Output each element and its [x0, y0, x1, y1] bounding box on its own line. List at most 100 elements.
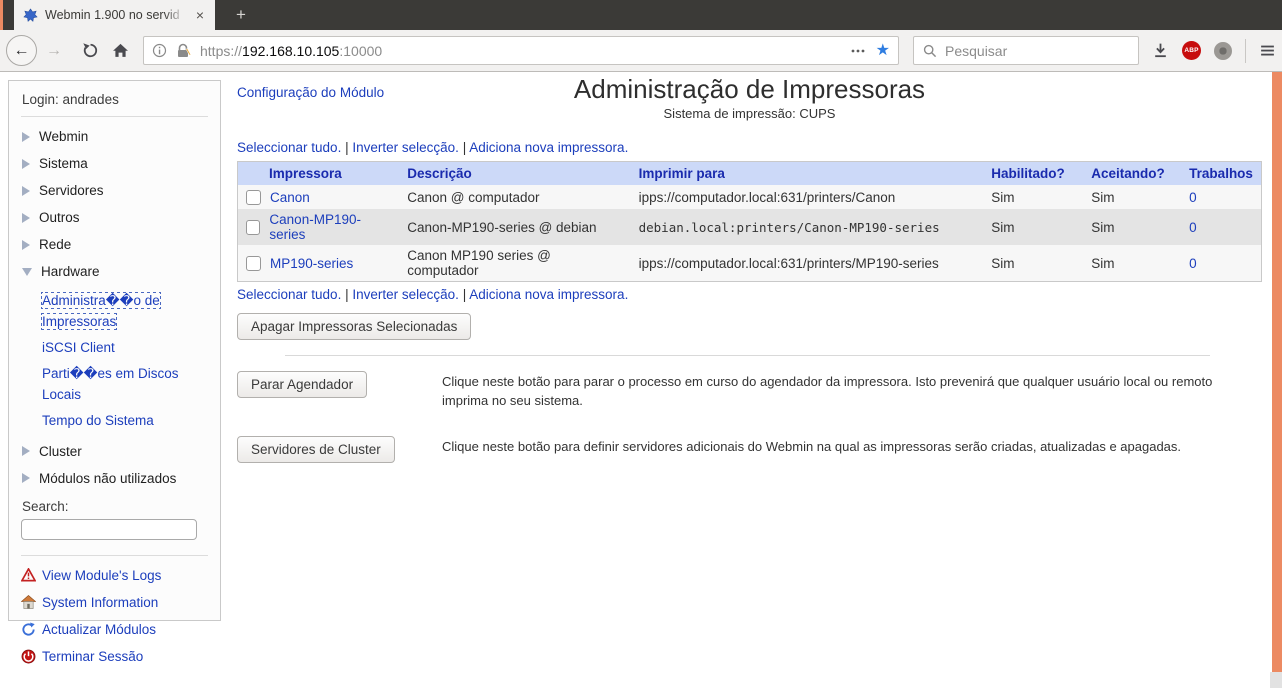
sidebar-item-servidores[interactable]: Servidores — [22, 183, 208, 198]
sidebar-link-printer-admin[interactable]: Administra��o de Impressoras — [41, 291, 208, 333]
printer-description: Canon-MP190-series @ debian — [399, 209, 631, 246]
col-descricao: Descrição — [399, 161, 631, 186]
sidebar-link-system-time[interactable]: Tempo do Sistema — [42, 411, 208, 432]
chevron-down-icon — [22, 267, 32, 276]
sidebar-item-cluster[interactable]: Cluster — [22, 444, 208, 459]
select-all-link[interactable]: Seleccionar tudo. — [237, 287, 341, 302]
printer-accepting: Sim — [1083, 209, 1182, 246]
printer-enabled: Sim — [983, 209, 1084, 246]
col-imprimir-para: Imprimir para — [630, 161, 984, 186]
new-tab-button[interactable]: + — [228, 2, 254, 28]
jobs-link[interactable]: 0 — [1189, 220, 1197, 235]
table-header-row: Impressora Descrição Imprimir para Habil… — [237, 161, 1262, 186]
sidebar-item-webmin[interactable]: Webmin — [22, 129, 208, 144]
browser-tab[interactable]: Webmin 1.900 no servid × — [14, 0, 215, 30]
sidebar-link-iscsi-client[interactable]: iSCSI Client — [42, 338, 208, 359]
home-icon — [21, 595, 36, 609]
sidebar-search-input[interactable] — [21, 518, 197, 540]
cluster-servers-button[interactable]: Servidores de Cluster — [237, 435, 395, 463]
menu-button[interactable] — [1259, 42, 1276, 59]
logout-link[interactable]: Terminar Sessão — [21, 649, 208, 664]
toolbar-separator — [1245, 38, 1246, 63]
sidebar-divider — [21, 116, 208, 117]
chevron-right-icon — [22, 212, 30, 223]
sidebar-item-hardware[interactable]: Hardware — [22, 264, 208, 279]
col-trabalhos: Trabalhos — [1181, 161, 1262, 186]
downloads-button[interactable] — [1152, 42, 1169, 59]
row-checkbox[interactable] — [246, 219, 261, 235]
main-content: Configuração do Módulo Administração de … — [237, 75, 1262, 463]
insecure-lock-icon[interactable] — [175, 43, 192, 59]
printer-link[interactable]: Canon — [270, 190, 310, 205]
sidebar-item-unused-modules[interactable]: Módulos não utilizados — [22, 471, 208, 486]
adblock-extension-icon[interactable]: ABP — [1182, 41, 1201, 60]
refresh-icon — [22, 622, 35, 636]
jobs-link[interactable]: 0 — [1189, 190, 1197, 205]
back-button[interactable]: ← — [6, 35, 37, 66]
reload-button[interactable] — [82, 42, 99, 59]
chevron-right-icon — [22, 446, 30, 457]
url-bar[interactable]: https://192.168.10.105:10000 ★ — [143, 36, 899, 65]
section-divider — [285, 355, 1210, 357]
add-printer-link[interactable]: Adiciona nova impressora. — [469, 140, 628, 155]
power-icon — [21, 649, 36, 663]
row-checkbox[interactable] — [246, 255, 261, 271]
col-impressora: Impressora — [237, 161, 400, 186]
search-icon — [923, 44, 937, 57]
chevron-right-icon — [22, 158, 30, 169]
cluster-servers-description: Clique neste botão para definir servidor… — [442, 438, 1182, 454]
invert-selection-link[interactable]: Inverter selecção. — [352, 140, 459, 155]
add-printer-link[interactable]: Adiciona nova impressora. — [469, 287, 628, 302]
search-placeholder: Pesquisar — [945, 42, 1008, 59]
url-text[interactable]: https://192.168.10.105:10000 — [200, 43, 842, 59]
page-info-icon[interactable] — [152, 43, 167, 58]
page-scrollbar[interactable] — [1272, 72, 1282, 672]
delete-selected-printers-button[interactable]: Apagar Impressoras Selecionadas — [237, 313, 472, 341]
row-checkbox[interactable] — [246, 189, 261, 205]
home-button[interactable] — [112, 42, 129, 59]
webmin-page: Login: andrades Webmin Sistema Servidore… — [0, 72, 1272, 688]
printer-destination: debian.local:printers/Canon-MP190-series — [630, 209, 984, 246]
printer-link[interactable]: MP190-series — [270, 256, 353, 271]
printer-destination: ipps://computador.local:631/printers/MP1… — [630, 245, 984, 282]
chevron-right-icon — [22, 239, 30, 250]
sidebar-link-disk-partitions[interactable]: Parti��es em Discos Locais — [42, 364, 208, 406]
browser-toolbar: ← → https://192.168.10.105:10000 ★ Pesqu… — [0, 30, 1282, 72]
printer-description: Canon @ computador — [399, 185, 631, 210]
selection-links-top: Seleccionar tudo. | Inverter selecção. |… — [237, 140, 629, 156]
webmin-favicon-icon — [23, 7, 38, 22]
warning-triangle-icon — [21, 568, 36, 582]
scrollbar-corner — [1270, 672, 1282, 688]
sidebar-item-outros[interactable]: Outros — [22, 210, 208, 225]
bookmark-star-icon[interactable]: ★ — [876, 42, 890, 59]
hardware-children: Administra��o de Impressoras iSCSI Clien… — [41, 291, 208, 432]
printer-accepting: Sim — [1083, 245, 1182, 282]
sidebar-search-label: Search: — [22, 498, 69, 514]
printer-destination: ipps://computador.local:631/printers/Can… — [630, 185, 984, 210]
extension-wheel-icon[interactable] — [1214, 41, 1232, 60]
table-row: Canon Canon @ computador ipps://computad… — [237, 185, 1262, 210]
refresh-modules-link[interactable]: Actualizar Módulos — [21, 622, 208, 637]
chevron-right-icon — [22, 131, 30, 142]
page-subtitle: Sistema de impressão: CUPS — [663, 106, 836, 122]
system-information-link[interactable]: System Information — [21, 595, 208, 610]
sidebar-item-rede[interactable]: Rede — [22, 237, 208, 252]
jobs-link[interactable]: 0 — [1189, 256, 1197, 271]
selection-links-bottom: Seleccionar tudo. | Inverter selecção. |… — [237, 287, 629, 303]
col-aceitando: Aceitando? — [1083, 161, 1182, 186]
view-module-logs-link[interactable]: View Module's Logs — [21, 568, 208, 583]
printer-accepting: Sim — [1083, 185, 1182, 210]
select-all-link[interactable]: Seleccionar tudo. — [237, 140, 341, 155]
col-habilitado: Habilitado? — [983, 161, 1084, 186]
invert-selection-link[interactable]: Inverter selecção. — [352, 287, 459, 302]
tab-close-icon[interactable]: × — [193, 7, 207, 23]
page-actions-icon[interactable] — [850, 43, 866, 59]
module-config-link[interactable]: Configuração do Módulo — [237, 85, 384, 100]
sidebar-item-sistema[interactable]: Sistema — [22, 156, 208, 171]
stop-scheduler-description: Clique neste botão para parar o processo… — [442, 374, 1213, 409]
search-bar[interactable]: Pesquisar — [913, 36, 1139, 65]
printer-link[interactable]: Canon-MP190-series — [269, 212, 391, 242]
stop-scheduler-button[interactable]: Parar Agendador — [237, 371, 368, 399]
printer-enabled: Sim — [983, 185, 1084, 210]
forward-button[interactable]: → — [39, 42, 69, 60]
